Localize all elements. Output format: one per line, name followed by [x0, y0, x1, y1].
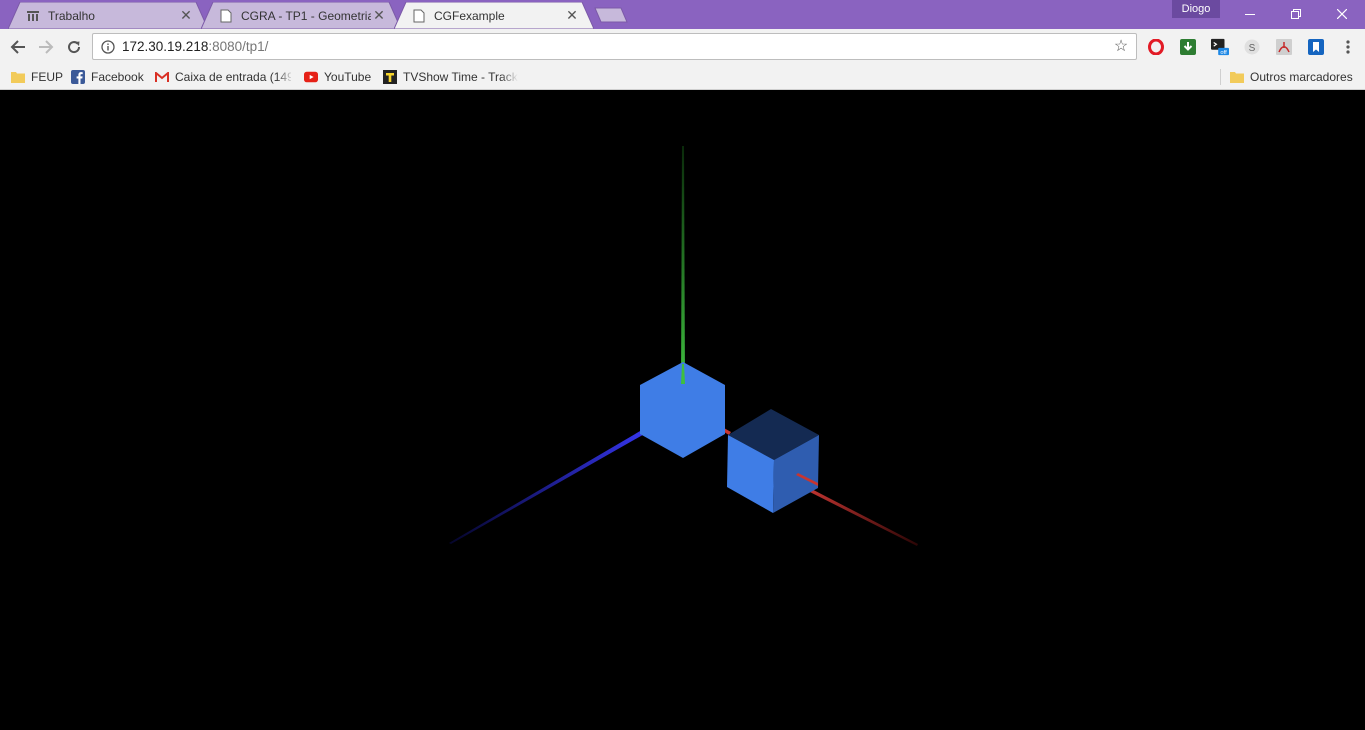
- reload-button[interactable]: [60, 33, 88, 61]
- arrow-left-icon: [10, 40, 25, 54]
- new-tab-button[interactable]: [594, 7, 628, 23]
- reload-icon: [68, 41, 81, 54]
- bookmark-label: FEUP: [31, 70, 64, 84]
- close-icon: [1337, 9, 1347, 19]
- forward-button[interactable]: [32, 33, 60, 61]
- tab-title: Trabalho: [48, 8, 95, 23]
- bookmark-youtube[interactable]: YouTube: [304, 67, 371, 87]
- more-vertical-icon: [1346, 40, 1350, 54]
- x-axis-line: [796, 482, 918, 546]
- z-axis-line: [449, 420, 662, 544]
- facebook-icon: [71, 70, 85, 84]
- gmail-icon: [155, 70, 169, 84]
- s-extension-icon[interactable]: S: [1243, 38, 1261, 56]
- info-icon[interactable]: [101, 40, 115, 54]
- arrow-right-icon: [39, 40, 54, 54]
- address-bar[interactable]: 172.30.19.218:8080/tp1/ ☆: [92, 33, 1137, 60]
- restore-icon: [1291, 9, 1301, 19]
- menu-button[interactable]: [1339, 38, 1357, 56]
- bookmark-facebook[interactable]: Facebook: [71, 67, 144, 87]
- url-text: 172.30.19.218:8080/tp1/: [122, 39, 268, 54]
- bookmarks-divider: [1220, 69, 1221, 85]
- star-icon[interactable]: ☆: [1112, 37, 1130, 55]
- bookmark-gmail[interactable]: Caixa de entrada (149: [155, 67, 291, 87]
- bookmark-feup[interactable]: FEUP: [11, 67, 63, 87]
- close-icon[interactable]: ✕: [564, 7, 580, 24]
- tab-cgra-tp1[interactable]: CGRA - TP1 - Geometria ✕: [201, 2, 401, 29]
- tab-trabalho[interactable]: Trabalho ✕: [8, 2, 208, 29]
- webgl-canvas[interactable]: [0, 90, 1365, 727]
- folder-icon: [11, 70, 25, 84]
- workplace-icon: [26, 9, 40, 23]
- url-path: :8080/tp1/: [208, 39, 269, 54]
- title-bar: Trabalho ✕ CGRA - TP1 - Geometria ✕ CGFe…: [0, 0, 1365, 29]
- toolbar: 172.30.19.218:8080/tp1/ ☆ off S: [0, 29, 1365, 64]
- tab-cgfexample[interactable]: CGFexample ✕: [394, 2, 594, 29]
- tab-title: CGFexample: [434, 8, 505, 23]
- bookmark-label: YouTube: [324, 70, 372, 84]
- scene-render: [449, 146, 918, 546]
- bookmark-icon[interactable]: [1307, 38, 1325, 56]
- extension-badge: off: [1220, 50, 1227, 56]
- bookmark-label: TVShow Time - Track: [403, 70, 518, 84]
- tab-off-icon[interactable]: off: [1211, 38, 1229, 56]
- close-icon[interactable]: ✕: [178, 7, 194, 24]
- bookmark-other[interactable]: Outros marcadores: [1230, 67, 1353, 87]
- pdf-icon[interactable]: [1275, 38, 1293, 56]
- bookmark-label: Outros marcadores: [1250, 70, 1353, 84]
- download-icon[interactable]: [1179, 38, 1197, 56]
- profile-button[interactable]: Diogo: [1172, 0, 1220, 18]
- y-axis-line: [681, 146, 685, 384]
- url-host: 172.30.19.218: [122, 39, 209, 54]
- minimize-button[interactable]: [1227, 0, 1273, 28]
- back-button[interactable]: [4, 33, 32, 61]
- restore-button[interactable]: [1273, 0, 1319, 28]
- page-icon: [412, 9, 426, 23]
- bookmark-tvshowtime[interactable]: TVShow Time - Track: [383, 67, 521, 87]
- extension-letter: S: [1249, 43, 1256, 54]
- close-window-button[interactable]: [1319, 0, 1365, 28]
- bookmark-label: Facebook: [91, 70, 144, 84]
- minimize-icon: [1245, 14, 1255, 15]
- close-icon[interactable]: ✕: [371, 7, 387, 24]
- tvshowtime-icon: [383, 70, 397, 84]
- tab-title: CGRA - TP1 - Geometria: [241, 8, 371, 23]
- page-icon: [219, 9, 233, 23]
- folder-icon: [1230, 70, 1244, 84]
- bookmarks-bar: FEUP Facebook Caixa de entrada (149 YouT…: [0, 64, 1365, 90]
- bookmark-label: Caixa de entrada (149: [175, 70, 291, 84]
- youtube-icon: [304, 70, 318, 84]
- opera-icon[interactable]: [1147, 38, 1165, 56]
